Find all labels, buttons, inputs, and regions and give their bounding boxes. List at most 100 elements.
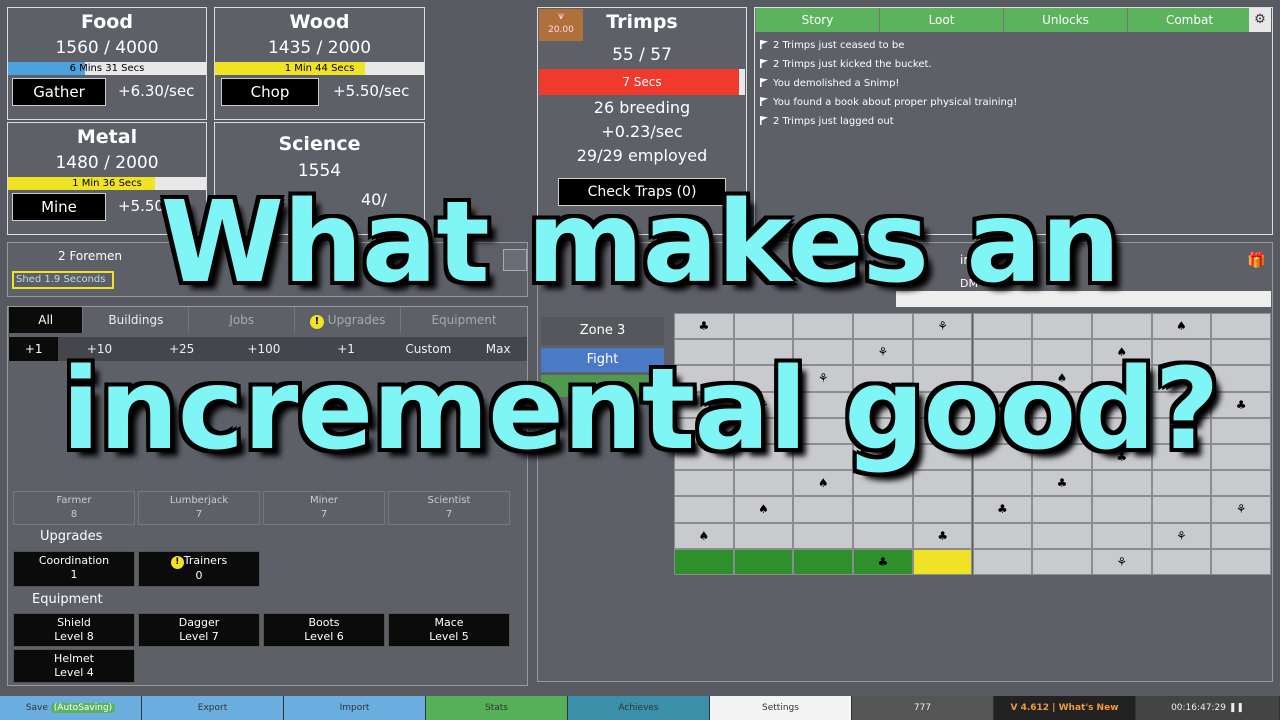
trimps-rate: +0.23/sec: [601, 122, 683, 141]
upgrade-name: Trainers: [183, 554, 228, 567]
map-cell: [1211, 522, 1271, 549]
map-cell: [674, 496, 734, 523]
wood-rate: +5.50/sec: [333, 82, 410, 100]
food-title: Food: [81, 11, 133, 33]
settings-button[interactable]: Settings: [710, 696, 852, 720]
job-miner[interactable]: Miner 7: [263, 491, 385, 525]
play-time[interactable]: 00:16:47:29 ❚❚: [1136, 696, 1280, 720]
map-cell: ⚘: [1151, 522, 1212, 549]
job-count: 7: [195, 509, 203, 520]
job-name: Scientist: [427, 495, 471, 506]
map-cell: ♠: [733, 496, 794, 523]
tab-combat[interactable]: Combat: [1127, 8, 1251, 32]
gather-button[interactable]: Gather: [12, 78, 106, 106]
equipment-name: Shield: [57, 616, 91, 629]
map-cell: ⚘: [1091, 548, 1152, 575]
job-name: Miner: [309, 495, 338, 506]
tab-equipment[interactable]: Equipment: [400, 307, 527, 333]
chop-button[interactable]: Chop: [221, 78, 319, 106]
map-cell: [1032, 548, 1092, 575]
pause-icon[interactable]: ❚❚: [1229, 703, 1244, 713]
equipment-name: Boots: [308, 616, 340, 629]
map-cell: [1091, 313, 1152, 340]
map-cell: [1211, 548, 1271, 575]
log-line: 2 Trimps just lagged out: [755, 112, 1017, 131]
import-button[interactable]: Import: [284, 696, 426, 720]
wood-panel: Wood 1435 / 2000 1 Min 44 Secs Chop +5.5…: [214, 7, 425, 120]
map-cell: ⚘: [912, 313, 973, 340]
tab-all[interactable]: All: [8, 307, 83, 333]
equipment-level: Level 8: [54, 630, 94, 643]
tab-unlocks[interactable]: Unlocks: [1003, 8, 1127, 32]
equipment-helmet[interactable]: Helmet Level 4: [13, 649, 135, 683]
trimps-employed: 29/29 employed: [576, 146, 708, 165]
map-cell: [1032, 496, 1092, 523]
map-cell: ♣: [972, 496, 1033, 523]
map-cell: ♣: [853, 548, 913, 575]
version-link[interactable]: V 4.612 | What's New: [994, 696, 1136, 720]
map-cell: [972, 313, 1033, 340]
map-cell: ♠: [1151, 313, 1212, 340]
map-cell: [733, 522, 794, 549]
food-progress-bar: 6 Mins 31 Secs: [8, 62, 206, 75]
wood-timer: 1 Min 44 Secs: [284, 63, 355, 74]
job-count: 7: [445, 509, 453, 520]
map-cell: [733, 548, 794, 575]
wood-title: Wood: [289, 11, 350, 33]
upgrade-count: 1: [70, 568, 78, 581]
map-cell: [1091, 522, 1152, 549]
map-cell: [853, 313, 913, 340]
job-scientist[interactable]: Scientist 7: [388, 491, 510, 525]
save-label: Save: [25, 703, 48, 713]
map-cell: [853, 522, 913, 549]
trimps-breeding: 26 breeding: [593, 98, 691, 117]
map-cell: ♣: [912, 522, 973, 549]
equipment-dagger[interactable]: Dagger Level 7: [138, 613, 260, 647]
upgrades-heading: Upgrades: [40, 529, 103, 544]
log-line: 2 Trimps just kicked the bucket.: [755, 55, 1017, 74]
save-button[interactable]: Save (AutoSaving): [0, 696, 142, 720]
map-cell: [1032, 313, 1092, 340]
trimps-count: 55 / 57: [612, 45, 672, 65]
map-cell: [1151, 548, 1212, 575]
tab-jobs[interactable]: Jobs: [188, 307, 294, 333]
job-farmer[interactable]: Farmer 8: [13, 491, 135, 525]
map-cell: [972, 522, 1033, 549]
equipment-shield[interactable]: Shield Level 8: [13, 613, 135, 647]
gear-icon[interactable]: ⚙: [1249, 8, 1271, 32]
food-timer: 6 Mins 31 Secs: [69, 63, 145, 74]
alert-icon: !: [309, 315, 324, 329]
map-cell: [1091, 496, 1152, 523]
trimps-title: Trimps: [606, 11, 678, 33]
achieves-button[interactable]: Achieves: [568, 696, 710, 720]
metal-title: Metal: [76, 126, 138, 148]
equipment-boots[interactable]: Boots Level 6: [263, 613, 385, 647]
export-button[interactable]: Export: [142, 696, 284, 720]
wood-progress-bar: 1 Min 44 Secs: [215, 62, 424, 75]
upgrade-title-row: ! Trainers: [139, 554, 259, 569]
overlay-title-line-2: incremental good?: [61, 345, 1220, 475]
autosave-badge: (AutoSaving): [50, 703, 116, 713]
equipment-level: Level 7: [179, 630, 219, 643]
upgrade-coordination[interactable]: Coordination 1: [13, 551, 135, 587]
science-title: Science: [278, 133, 361, 155]
tab-story[interactable]: Story: [755, 8, 879, 32]
equipment-level: Level 4: [54, 666, 94, 679]
tab-upgrades-label: Upgrades: [327, 313, 386, 327]
footer-bar: Save (AutoSaving) Export Import Stats Ac…: [0, 696, 1280, 720]
job-lumberjack[interactable]: Lumberjack 7: [138, 491, 260, 525]
game-window: Food 1560 / 4000 6 Mins 31 Secs Gather +…: [0, 0, 1280, 720]
wood-amount: 1435 / 2000: [267, 38, 372, 58]
map-cell: ♣: [674, 313, 734, 340]
tab-upgrades[interactable]: ! Upgrades: [294, 307, 400, 333]
equipment-level: Level 5: [429, 630, 469, 643]
equipment-mace[interactable]: Mace Level 5: [388, 613, 510, 647]
tab-buildings[interactable]: Buildings: [82, 307, 188, 333]
tab-loot[interactable]: Loot: [879, 8, 1003, 32]
upgrade-trainers[interactable]: ! Trainers 0: [138, 551, 260, 587]
log-messages: 2 Trimps just ceased to be 2 Trimps just…: [755, 36, 1017, 131]
job-count: 8: [70, 509, 78, 520]
map-cell: [793, 548, 854, 575]
stats-button[interactable]: Stats: [426, 696, 568, 720]
log-line: 2 Trimps just ceased to be: [755, 36, 1017, 55]
